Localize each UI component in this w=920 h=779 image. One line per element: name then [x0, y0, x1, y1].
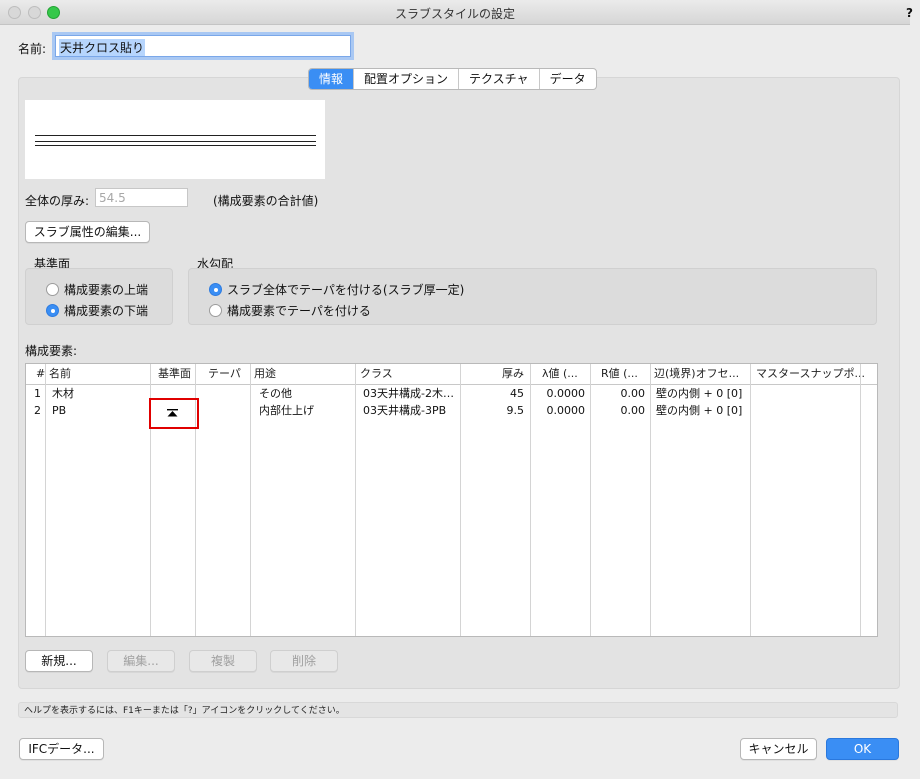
header-offset[interactable]: 辺(境界)オフセ...: [654, 364, 740, 385]
edit-component-button[interactable]: 編集...: [107, 650, 175, 672]
help-icon[interactable]: ?: [906, 6, 913, 20]
tab-info[interactable]: 情報: [309, 69, 354, 89]
slab-preview: [25, 100, 325, 179]
row1-usage[interactable]: その他: [259, 386, 292, 402]
column-divider: [590, 364, 591, 636]
radio-circle: [209, 304, 222, 317]
row2-offset[interactable]: 壁の内側 + 0 [0]: [656, 403, 742, 419]
column-divider: [355, 364, 356, 636]
total-thickness-label: 全体の厚み:: [25, 194, 90, 208]
radio-circle-selected: [46, 304, 59, 317]
column-divider: [460, 364, 461, 636]
row2-name[interactable]: PB: [52, 403, 66, 419]
radio-label: スラブ全体でテーパを付ける(スラブ厚一定): [227, 283, 465, 297]
row2-lambda[interactable]: 0.0000: [532, 403, 586, 419]
row2-r-value[interactable]: 0.00: [592, 403, 646, 419]
tab-texture[interactable]: テクスチャ: [458, 69, 539, 89]
radio-circle: [46, 283, 59, 296]
tab-data[interactable]: データ: [538, 69, 596, 89]
row1-num: 1: [34, 387, 41, 400]
name-input[interactable]: 天井クロス貼り: [55, 35, 351, 57]
radio-label: 構成要素の下端: [64, 304, 149, 318]
column-divider: [750, 364, 751, 636]
up-arrow-icon[interactable]: [167, 409, 178, 417]
header-usage[interactable]: 用途: [254, 364, 276, 385]
row2-usage[interactable]: 内部仕上げ: [259, 403, 314, 419]
total-thickness-note: (構成要素の合計値): [213, 194, 319, 208]
tab-placement-options[interactable]: 配置オプション: [353, 69, 458, 89]
slab-style-dialog: スラブスタイルの設定 名前: 天井クロス貼り 情報 配置オプション テクスチャ …: [0, 0, 910, 779]
window-title: スラブスタイルの設定: [394, 7, 515, 21]
title-bar: スラブスタイルの設定: [0, 0, 910, 25]
radio-label: 構成要素でテーパを付ける: [227, 304, 371, 318]
name-label: 名前:: [18, 42, 47, 56]
header-taper[interactable]: テーパ: [208, 364, 241, 385]
preview-line: [35, 141, 316, 142]
header-thickness[interactable]: 厚み: [462, 364, 524, 385]
header-reference[interactable]: 基準面: [158, 364, 191, 385]
header-name[interactable]: 名前: [49, 364, 71, 385]
row2-class[interactable]: 03天井構成-3PB: [363, 403, 457, 419]
row1-r-value[interactable]: 0.00: [592, 386, 646, 402]
preview-line: [35, 145, 316, 146]
reference-bottom-radio[interactable]: 構成要素の下端: [46, 302, 148, 319]
column-divider: [250, 364, 251, 636]
duplicate-component-button[interactable]: 複製: [189, 650, 257, 672]
delete-component-button[interactable]: 削除: [270, 650, 338, 672]
row2-num: 2: [34, 404, 41, 417]
components-label: 構成要素:: [25, 344, 78, 358]
total-thickness-field: 54.5: [95, 188, 188, 207]
highlight-box: [149, 398, 199, 429]
row1-lambda[interactable]: 0.0000: [532, 386, 586, 402]
row1-name[interactable]: 木材: [52, 386, 74, 402]
column-divider: [650, 364, 651, 636]
header-num[interactable]: #: [36, 364, 46, 385]
radio-circle-selected: [209, 283, 222, 296]
header-lambda[interactable]: λ値 (...: [542, 364, 578, 385]
header-r-value[interactable]: R値 (...: [601, 364, 638, 385]
radio-label: 構成要素の上端: [64, 283, 149, 297]
row1-offset[interactable]: 壁の内側 + 0 [0]: [656, 386, 742, 402]
help-status-bar: ヘルプを表示するには、F1キーまたは「?」アイコンをクリックしてください。: [18, 702, 898, 718]
column-divider: [530, 364, 531, 636]
slope-whole-slab-radio[interactable]: スラブ全体でテーパを付ける(スラブ厚一定): [209, 281, 464, 298]
ok-button[interactable]: OK: [826, 738, 899, 760]
row1-class[interactable]: 03天井構成-2木…: [363, 386, 457, 402]
reference-top-radio[interactable]: 構成要素の上端: [46, 281, 148, 298]
slope-component-radio[interactable]: 構成要素でテーパを付ける: [209, 302, 371, 319]
cancel-button[interactable]: キャンセル: [740, 738, 817, 760]
header-snap[interactable]: マスタースナップポ...: [756, 364, 865, 385]
column-divider: [860, 364, 861, 636]
edit-slab-attributes-button[interactable]: スラブ属性の編集...: [25, 221, 150, 243]
tab-bar: 情報 配置オプション テクスチャ データ: [308, 68, 597, 90]
new-component-button[interactable]: 新規...: [25, 650, 93, 672]
header-class[interactable]: クラス: [360, 364, 393, 385]
row2-thickness[interactable]: 9.5: [462, 403, 525, 419]
preview-line: [35, 135, 316, 136]
name-input-value: 天井クロス貼り: [59, 39, 146, 56]
row1-thickness[interactable]: 45: [462, 386, 524, 402]
column-divider: [45, 364, 46, 636]
ifc-data-button[interactable]: IFCデータ...: [19, 738, 104, 760]
